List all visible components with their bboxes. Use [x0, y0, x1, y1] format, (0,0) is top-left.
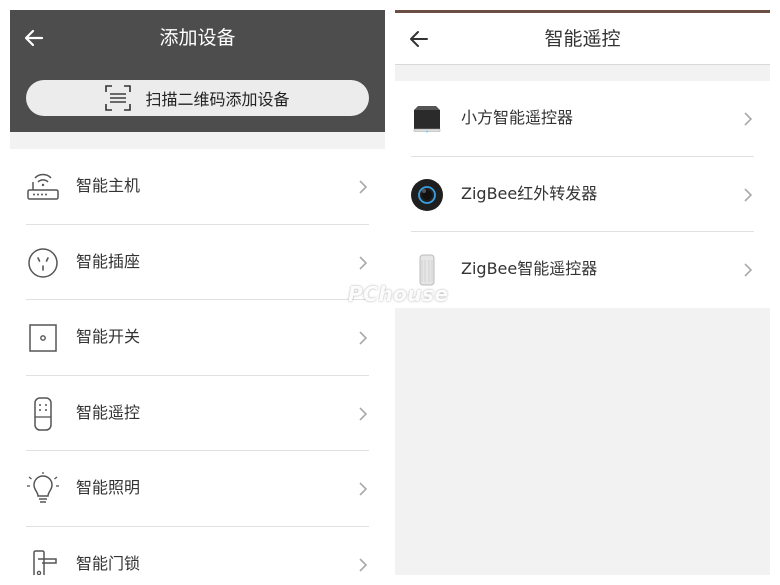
app-header: 添加设备 扫描二维码添加设备 — [10, 10, 385, 132]
list-item-ir-transmitter[interactable]: ZigBee红外转发器 — [395, 157, 770, 232]
door-lock-icon — [33, 549, 57, 575]
page-title: 添加设备 — [159, 27, 236, 49]
list-item-label: 智能遥控 — [76, 402, 141, 422]
ir-transmitter-icon — [411, 178, 443, 211]
list-item-label: 智能开关 — [76, 327, 141, 346]
cube-remote-icon — [413, 106, 441, 133]
chevron-right-icon — [744, 187, 753, 202]
chevron-right-icon — [359, 557, 368, 572]
list-item-label: ZigBee智能遥控器 — [461, 259, 598, 278]
list-item-label: 智能插座 — [76, 251, 141, 271]
list-item-label: 小方智能遥控器 — [461, 108, 574, 127]
chevron-right-icon — [359, 406, 368, 421]
scan-frame-icon — [105, 85, 132, 111]
list-item-smart-remote[interactable]: 智能遥控 — [10, 376, 385, 451]
list-item-label: ZigBee红外转发器 — [461, 183, 598, 203]
list-item-smart-lighting[interactable]: 智能照明 — [10, 451, 385, 527]
list-item-label: 智能门锁 — [76, 553, 141, 573]
chevron-right-icon — [359, 482, 368, 496]
scan-qr-button[interactable]: 扫描二维码添加设备 — [26, 80, 369, 116]
remote-device-list: 小方智能遥控器 ZigBee红外转发器 ZigBee智能遥控器 — [395, 81, 770, 308]
chevron-right-icon — [359, 331, 368, 345]
list-item-smart-socket[interactable]: 智能插座 — [10, 225, 385, 300]
chevron-right-icon — [744, 263, 753, 277]
list-item-label: 智能照明 — [76, 478, 141, 497]
smart-remote-screen: 智能遥控 小方智能遥控器 ZigBee红外转发器 ZigBee智能遥控器 — [395, 10, 770, 575]
list-item-smart-door-lock[interactable]: 智能门锁 — [10, 527, 385, 575]
section-gap — [10, 132, 385, 149]
remote-icon — [34, 396, 52, 431]
list-item-zigbee-remote[interactable]: ZigBee智能遥控器 — [395, 232, 770, 308]
device-category-list: 智能主机 智能插座 智能开关 智能遥控 智能照明 智能门锁 — [10, 149, 385, 575]
page-title: 智能遥控 — [544, 28, 621, 50]
list-item-label: 智能主机 — [76, 176, 141, 195]
add-device-screen: 添加设备 扫描二维码添加设备 智能主机 智能插座 智能开关 智能遥控 智能照明 … — [10, 10, 385, 575]
socket-icon — [28, 247, 58, 278]
router-icon — [27, 173, 59, 200]
scan-qr-label: 扫描二维码添加设备 — [145, 90, 290, 109]
list-item-smart-hub[interactable]: 智能主机 — [10, 149, 385, 225]
chevron-right-icon — [359, 180, 368, 194]
switch-icon — [29, 324, 57, 352]
section-gap — [395, 66, 770, 81]
watermark: PChouse — [348, 282, 449, 306]
list-item-smart-switch[interactable]: 智能开关 — [10, 300, 385, 376]
bulb-icon — [27, 472, 59, 503]
app-header: 智能遥控 — [395, 13, 770, 65]
chevron-right-icon — [744, 112, 753, 126]
chevron-right-icon — [359, 255, 368, 270]
list-item-cube-remote[interactable]: 小方智能遥控器 — [395, 81, 770, 157]
